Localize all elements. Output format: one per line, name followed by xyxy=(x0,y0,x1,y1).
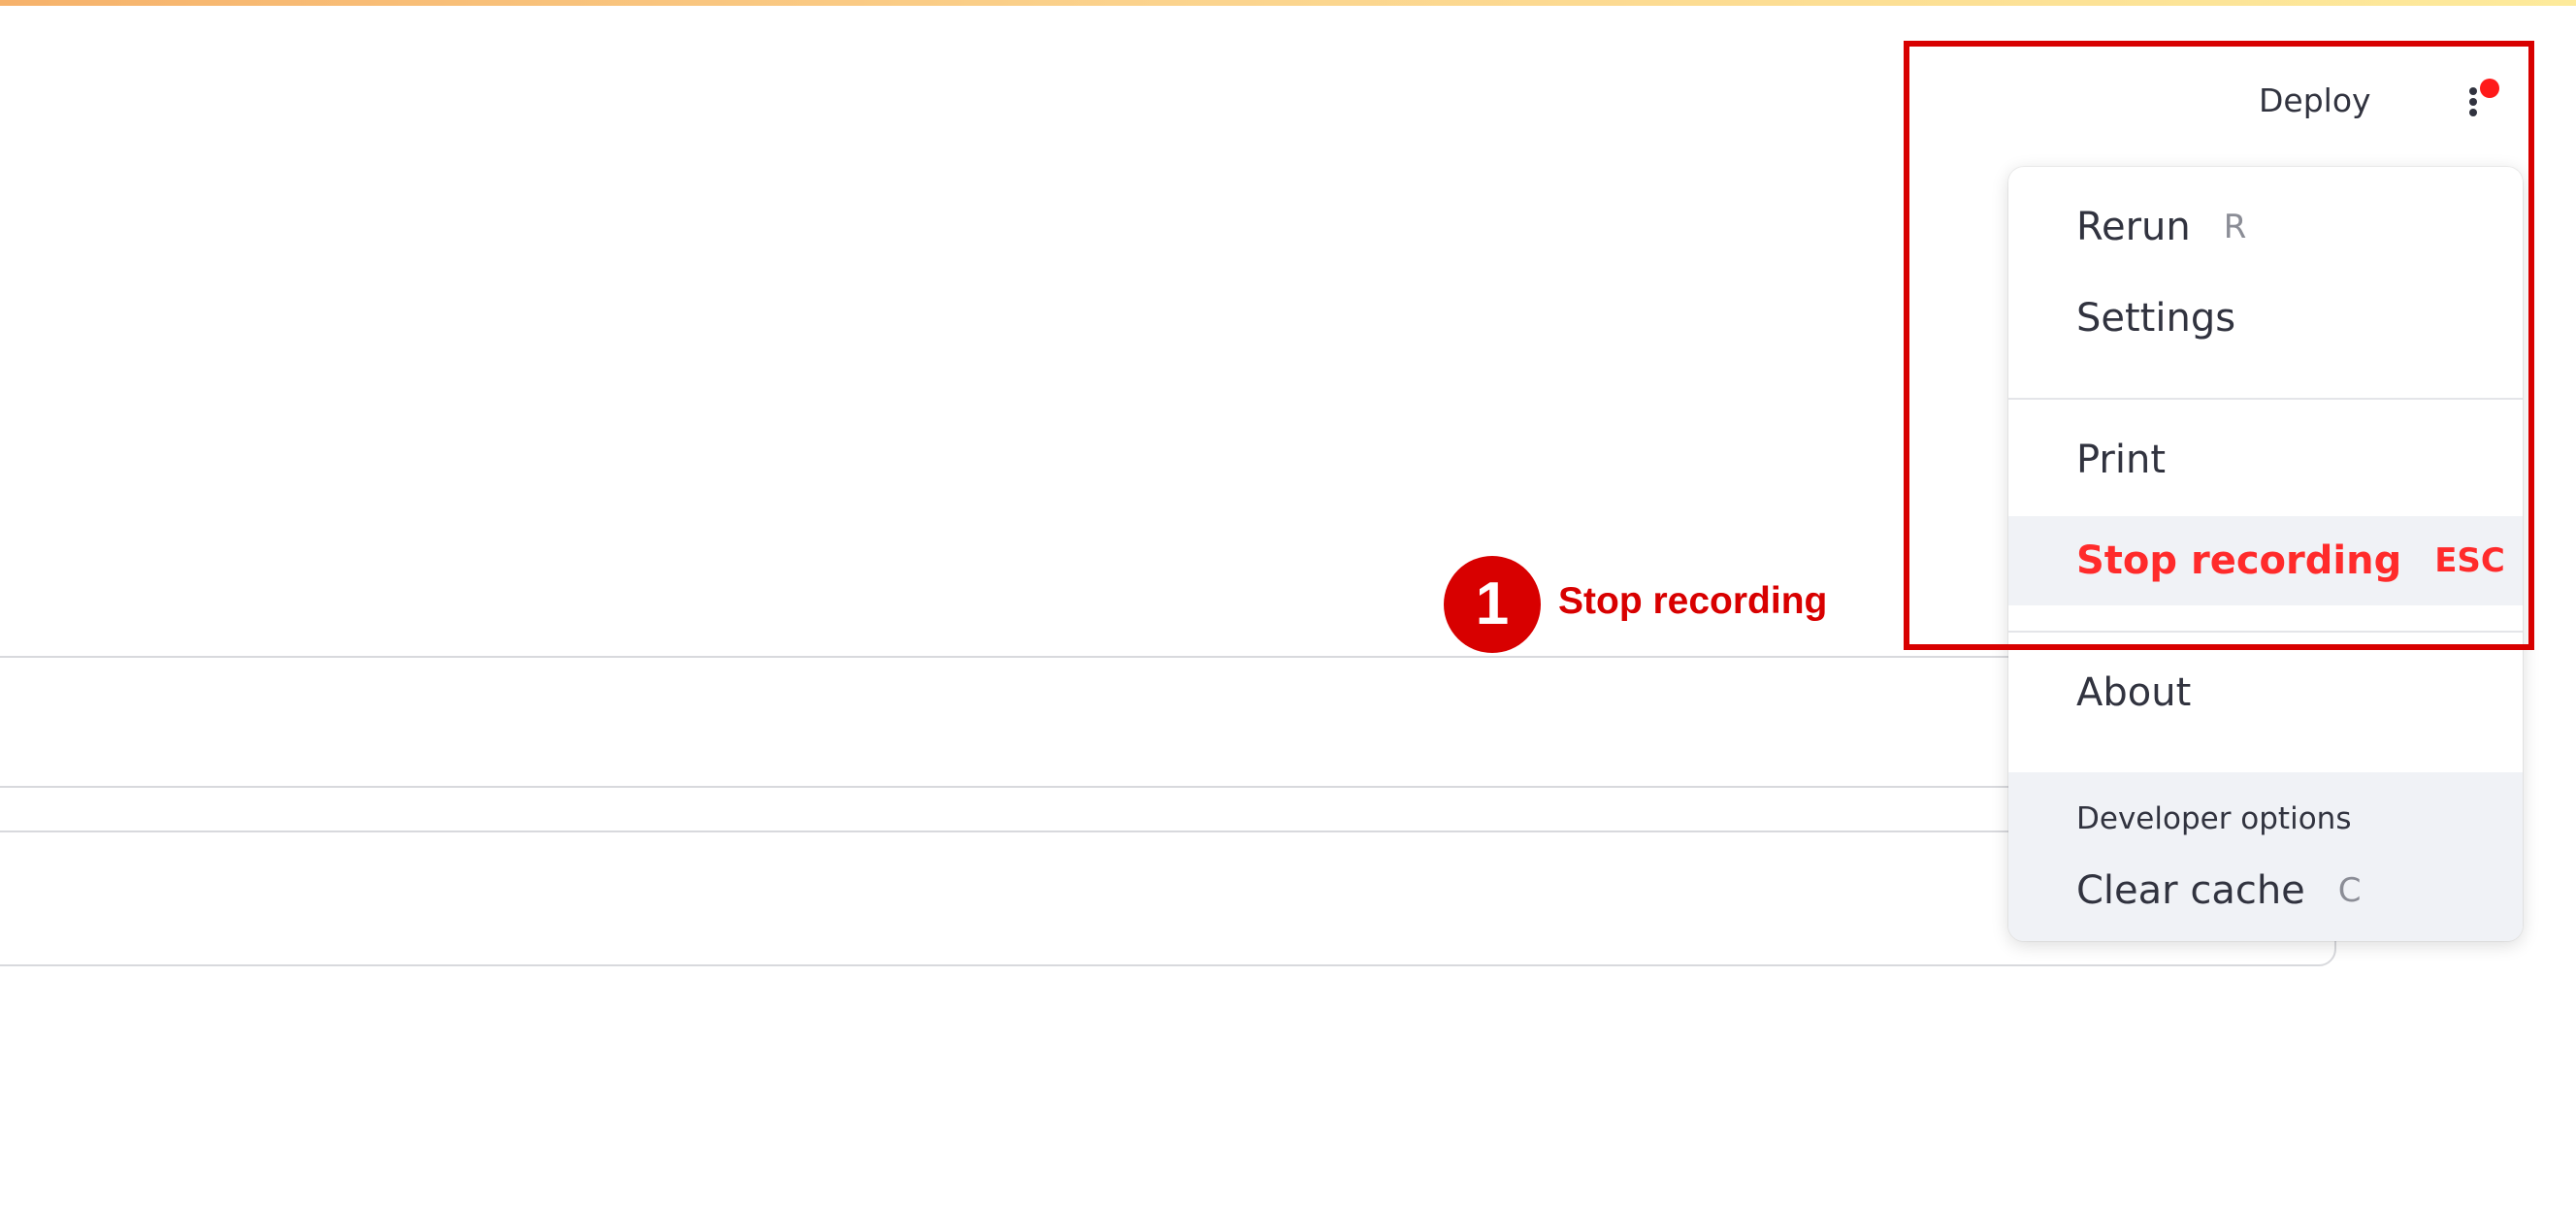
keyboard-shortcut: C xyxy=(2337,871,2362,910)
step-number-badge: 1 xyxy=(1444,556,1541,653)
text-area-outline[interactable] xyxy=(0,830,2336,966)
menu-item-clear-cache[interactable]: Clear cache C xyxy=(2008,846,2523,935)
menu-item-label: Clear cache xyxy=(2076,868,2305,913)
step-label: Stop recording xyxy=(1558,580,1828,622)
developer-options-section: Developer options Clear cache C xyxy=(2008,772,2523,941)
text-area-outline[interactable] xyxy=(0,786,2336,832)
menu-item-about[interactable]: About xyxy=(2008,648,2523,737)
top-decoration-bar xyxy=(0,0,2576,6)
annotation-highlight-box xyxy=(1904,41,2534,650)
developer-options-heading: Developer options xyxy=(2076,801,2352,836)
text-area-outline[interactable] xyxy=(0,656,2336,788)
menu-item-label: About xyxy=(2076,670,2192,715)
